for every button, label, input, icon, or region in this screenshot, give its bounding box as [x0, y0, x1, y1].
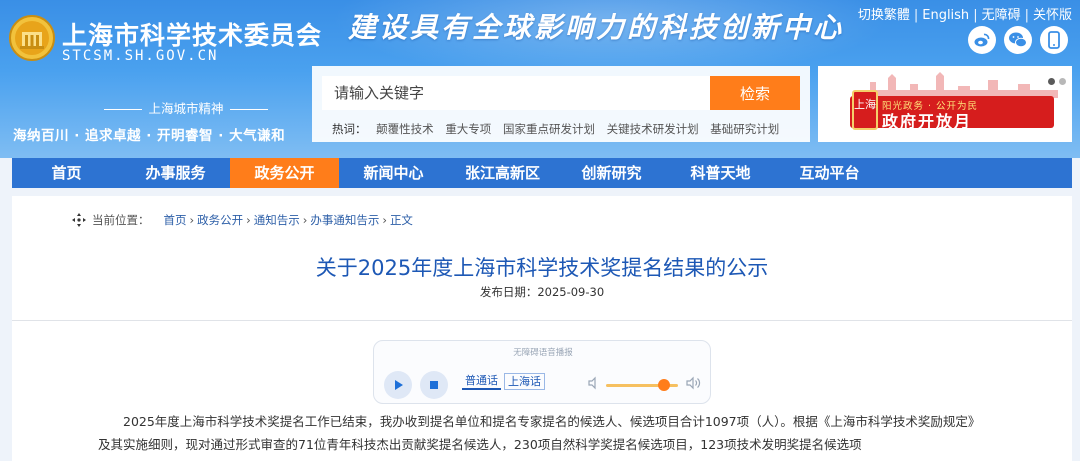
banner-badge: 上海 — [852, 90, 878, 130]
divider-line — [104, 109, 143, 110]
link-accessibility[interactable]: 无障碍 — [982, 8, 1021, 23]
divider-line — [229, 109, 268, 110]
nav-item-interaction[interactable]: 互动平台 — [775, 158, 884, 188]
mobile-icon — [1048, 31, 1060, 49]
stop-icon — [430, 381, 438, 389]
skyline-graphic-icon — [858, 72, 1058, 98]
site-domain: STCSM.SH.GOV.CN — [62, 48, 219, 64]
hot-words: 热词： 颠覆性技术 重大专项 国家重点研发计划 关键技术研发计划 基础研究计划 — [332, 121, 787, 137]
city-spirit-text: 海纳百川 · 追求卓越 · 开明睿智 · 大气谦和 — [13, 128, 286, 144]
play-icon — [395, 380, 403, 390]
carousel-dots — [1044, 70, 1066, 89]
open-month-banner[interactable]: 上海 阳光政务 · 公开为民 政府开放月 — [818, 66, 1072, 142]
separator: | — [973, 8, 978, 23]
hot-words-label: 热词： — [332, 122, 367, 136]
breadcrumb-separator: › — [382, 213, 387, 227]
breadcrumb-separator: › — [302, 213, 308, 227]
breadcrumb-home[interactable]: 首页 — [164, 212, 187, 228]
hot-word-link[interactable]: 颠覆性技术 — [376, 122, 434, 136]
hot-word-link[interactable]: 国家重点研发计划 — [503, 122, 595, 136]
tts-player: 无障碍语音播报 普通话 上海话 — [373, 340, 711, 404]
hot-word-link[interactable]: 重大专项 — [445, 122, 491, 136]
search-button[interactable]: 检索 — [710, 76, 800, 110]
weibo-icon — [974, 33, 990, 47]
top-links: 切换繁體 | English | 无障碍 | 关怀版 — [858, 4, 1072, 23]
article-panel: 当前位置： 首页 › 政务公开 › 通知告示 › 办事通知告示 › 正文 关于2… — [12, 196, 1072, 461]
language-mandarin[interactable]: 普通话 — [462, 373, 501, 390]
nav-item-science-popularization[interactable]: 科普天地 — [666, 158, 775, 188]
volume-slider-knob[interactable] — [658, 379, 670, 391]
publish-date: 发布日期：2025-09-30 — [12, 284, 1072, 300]
hot-word-link[interactable]: 基础研究计划 — [710, 122, 779, 136]
nav-item-innovation[interactable]: 创新研究 — [557, 158, 666, 188]
breadcrumb-notices[interactable]: 通知告示 — [254, 212, 300, 228]
volume-high-icon[interactable] — [685, 376, 701, 390]
nav-item-services[interactable]: 办事服务 — [121, 158, 230, 188]
link-english[interactable]: English — [922, 8, 969, 23]
mobile-button[interactable] — [1040, 26, 1068, 54]
wechat-icon — [1009, 32, 1027, 48]
location-crosshair-icon — [72, 213, 86, 227]
city-spirit-label: 上海城市精神 — [56, 98, 316, 117]
link-elderly-mode[interactable]: 关怀版 — [1033, 8, 1072, 23]
article-title: 关于2025年度上海市科学技术奖提名结果的公示 — [315, 256, 769, 280]
volume-low-icon[interactable] — [587, 376, 601, 390]
main-nav: 首页 办事服务 政务公开 新闻中心 张江高新区 创新研究 科普天地 互动平台 — [12, 158, 1072, 188]
article-body: 2025年度上海市科学技术奖提名工作已结束，我办收到提名单位和提名专家提名的候选… — [98, 410, 986, 456]
language-shanghainese[interactable]: 上海话 — [504, 373, 545, 390]
separator: | — [1024, 8, 1029, 23]
site-header: 上海市科学技术委员会 STCSM.SH.GOV.CN 建设具有全球影响力的科技创… — [0, 0, 1080, 158]
link-traditional[interactable]: 切换繁體 — [858, 8, 910, 23]
stop-button[interactable] — [420, 371, 448, 399]
banner-title: 政府开放月 — [882, 112, 973, 131]
site-title[interactable]: 上海市科学技术委员会 — [62, 16, 322, 52]
nav-item-news[interactable]: 新闻中心 — [339, 158, 448, 188]
breadcrumb: 当前位置： 首页 › 政务公开 › 通知告示 › 办事通知告示 › 正文 — [72, 212, 413, 228]
breadcrumb-label: 当前位置： — [92, 213, 150, 227]
breadcrumb-separator: › — [246, 213, 251, 227]
header-slogan: 建设具有全球影响力的科技创新中心 — [348, 11, 845, 44]
publish-date-label: 发布日期： — [479, 285, 538, 299]
breadcrumb-separator: › — [189, 213, 195, 227]
search-panel: 检索 热词： 颠覆性技术 重大专项 国家重点研发计划 关键技术研发计划 基础研究… — [312, 66, 810, 142]
wechat-button[interactable] — [1004, 26, 1032, 54]
search-input[interactable] — [322, 76, 712, 110]
breadcrumb-government-affairs[interactable]: 政务公开 — [197, 212, 243, 228]
nav-item-home[interactable]: 首页 — [12, 158, 121, 188]
play-button[interactable] — [384, 371, 412, 399]
tts-title: 无障碍语音播报 — [513, 348, 573, 358]
breadcrumb-service-notices[interactable]: 办事通知告示 — [310, 212, 379, 228]
weibo-button[interactable] — [968, 26, 996, 54]
article-paragraph: 2025年度上海市科学技术奖提名工作已结束，我办收到提名单位和提名专家提名的候选… — [98, 414, 981, 452]
carousel-dot[interactable] — [1059, 78, 1066, 85]
divider — [12, 320, 1072, 321]
breadcrumb-current: 正文 — [389, 213, 413, 227]
nav-item-government-affairs[interactable]: 政务公开 — [230, 158, 339, 188]
publish-date-value: 2025-09-30 — [537, 285, 605, 299]
nav-item-zhangjiang[interactable]: 张江高新区 — [448, 158, 557, 188]
emblem-logo-icon[interactable] — [8, 14, 56, 62]
spirit-label-text: 上海城市精神 — [148, 101, 224, 116]
carousel-dot[interactable] — [1048, 78, 1055, 85]
hot-word-link[interactable]: 关键技术研发计划 — [607, 122, 699, 136]
separator: | — [913, 8, 919, 23]
